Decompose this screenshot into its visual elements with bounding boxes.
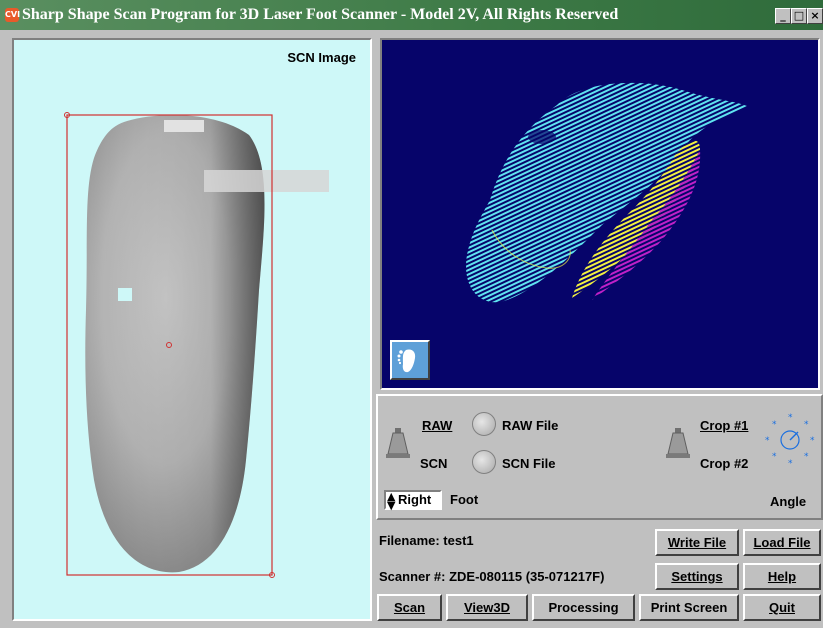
svg-text:*: * <box>804 452 809 462</box>
app-cvi-icon: CVI <box>5 8 20 22</box>
processing-label: Processing <box>548 600 619 615</box>
svg-text:*: * <box>772 452 777 462</box>
print-screen-label: Print Screen <box>650 600 728 615</box>
write-file-label: Write File <box>667 535 727 550</box>
scan-label: Scan <box>393 600 426 615</box>
scn-file-label: SCN File <box>502 456 556 471</box>
quit-button[interactable]: Quit <box>743 594 821 621</box>
angle-label: Angle <box>770 494 807 509</box>
minimize-button[interactable]: _ <box>775 8 791 24</box>
foot-scan-image <box>64 112 329 578</box>
bell-toggle-icon <box>666 428 690 458</box>
crop2-label: Crop #2 <box>700 456 749 471</box>
maximize-button[interactable]: □ <box>791 8 807 24</box>
raw-file-radio[interactable] <box>472 412 496 436</box>
write-file-button[interactable]: Write File <box>655 529 739 556</box>
scn-file-radio[interactable] <box>472 450 496 474</box>
scn-image-panel: SCN Image <box>12 38 372 621</box>
raw-scn-toggle[interactable] <box>386 426 410 465</box>
foot-icon[interactable] <box>390 340 430 380</box>
scn-label: SCN <box>420 456 448 471</box>
raw-file-label: RAW File <box>502 418 559 433</box>
load-file-label: Load File <box>753 535 811 550</box>
crop-toggle[interactable] <box>666 426 690 465</box>
svg-text:*: * <box>804 420 809 430</box>
scan-button[interactable]: Scan <box>377 594 442 621</box>
view3d-panel <box>380 38 820 390</box>
view3d-button[interactable]: View3D <box>446 594 528 621</box>
spin-arrows-icon[interactable]: ▲ ▼ <box>387 491 395 511</box>
foot-label: Foot <box>450 492 479 507</box>
processing-button[interactable]: Processing <box>532 594 635 621</box>
close-button[interactable]: × <box>807 8 823 24</box>
title-bar: CVI Sharp Shape Scan Program for 3D Lase… <box>0 0 823 30</box>
print-screen-button[interactable]: Print Screen <box>639 594 739 621</box>
svg-text:*: * <box>772 420 777 430</box>
foot-3d-render <box>466 82 747 303</box>
bell-toggle-icon <box>386 428 410 458</box>
angle-dial-icon[interactable]: * * * * * * * * <box>762 412 818 468</box>
view3d-label: View3D <box>463 600 510 615</box>
svg-text:*: * <box>788 413 793 423</box>
help-label: Help <box>767 569 797 584</box>
quit-label: Quit <box>769 600 795 615</box>
window-title: Sharp Shape Scan Program for 3D Laser Fo… <box>22 6 619 23</box>
settings-button[interactable]: Settings <box>655 563 739 590</box>
scanner-id-text: Scanner #: ZDE-080115 (35-071217F) <box>379 569 605 584</box>
load-file-button[interactable]: Load File <box>743 529 821 556</box>
settings-label: Settings <box>671 569 723 584</box>
control-panel: RAW SCN RAW File SCN File Crop #1 Crop #… <box>376 394 823 520</box>
crop1-label: Crop #1 <box>700 418 749 433</box>
side-selector[interactable]: ▲ ▼ Right <box>384 490 442 511</box>
help-button[interactable]: Help <box>743 563 821 590</box>
filename-text: Filename: test1 <box>379 533 474 548</box>
side-value: Right <box>398 492 432 507</box>
svg-text:*: * <box>765 436 770 446</box>
raw-label: RAW <box>422 418 453 433</box>
svg-text:*: * <box>788 459 793 468</box>
svg-text:*: * <box>810 436 815 446</box>
